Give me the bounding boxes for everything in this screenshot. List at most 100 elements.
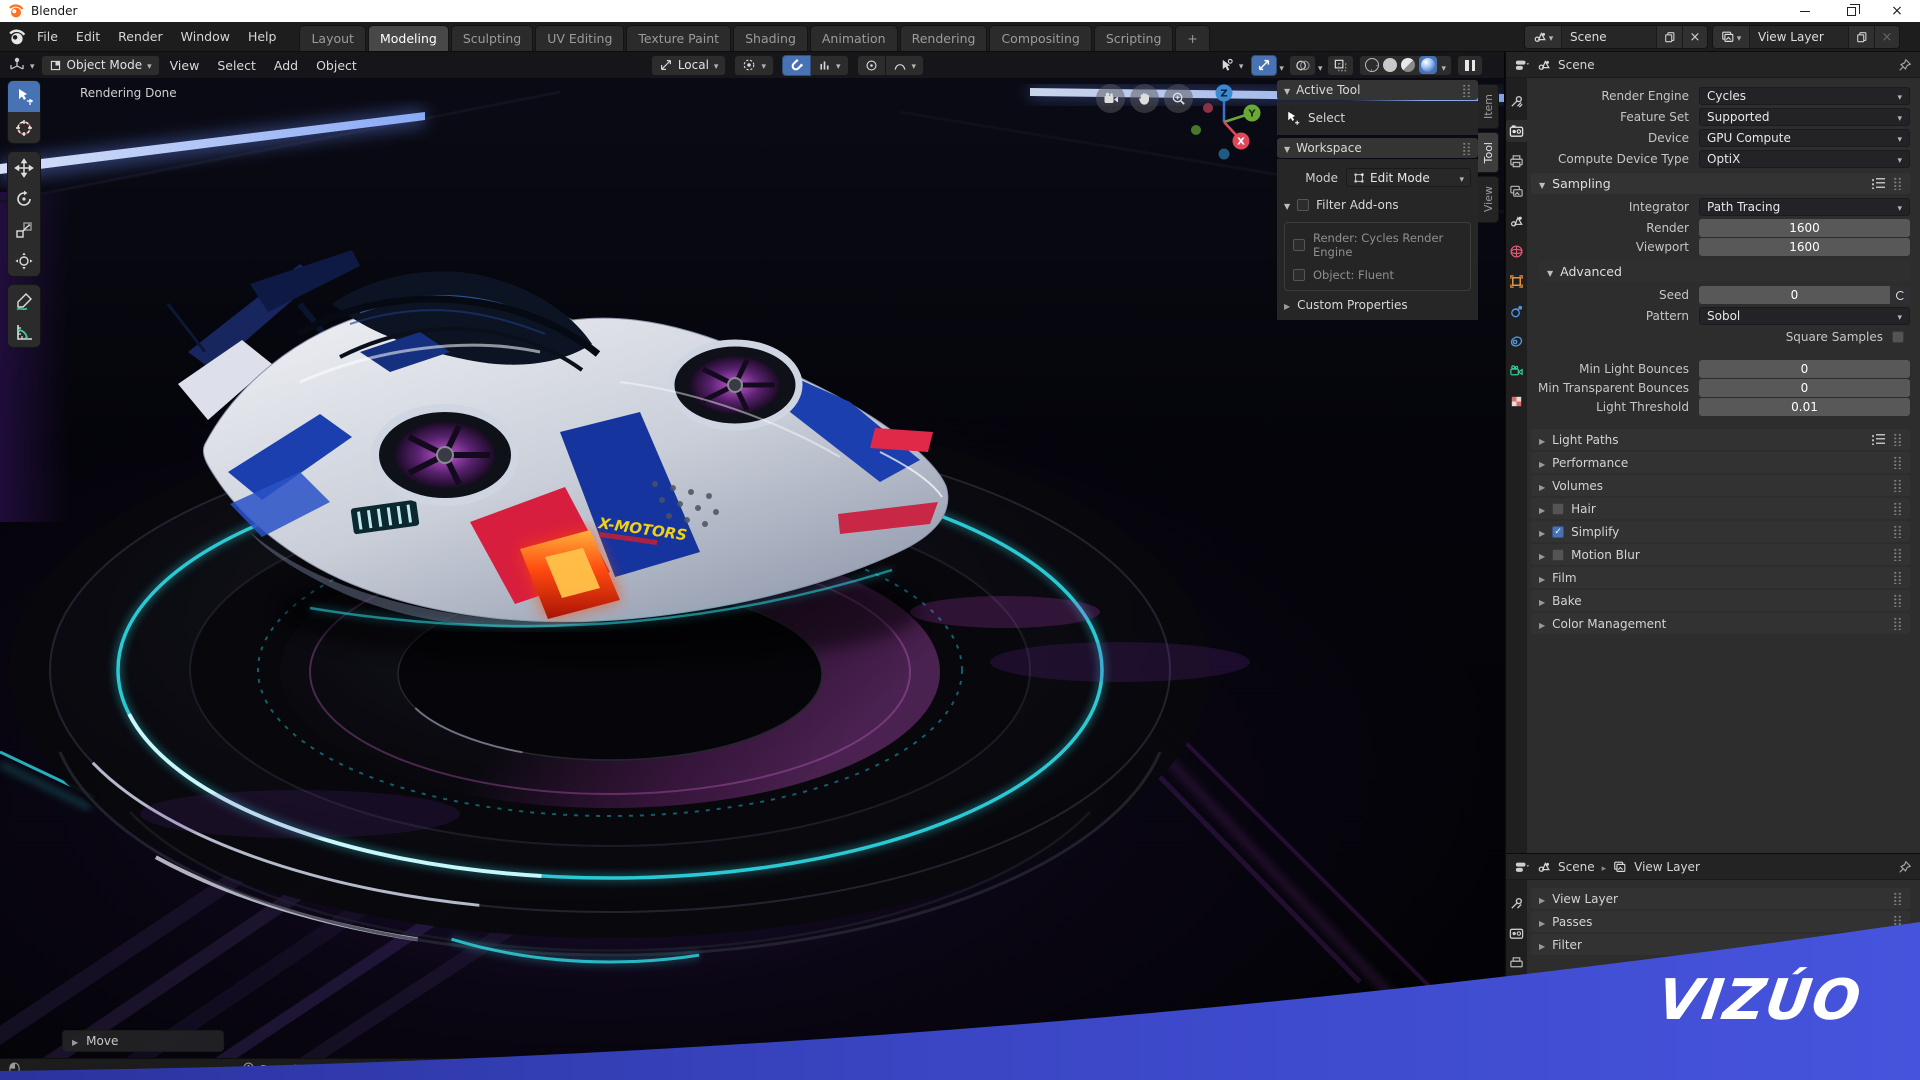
scene-datablock-button[interactable] [1525, 26, 1561, 48]
seed-animate-button[interactable] [1890, 286, 1910, 304]
proportional-edit-toggle[interactable] [857, 55, 886, 76]
custom-properties-row[interactable]: Custom Properties [1284, 295, 1471, 315]
tab-sculpting[interactable]: Sculpting [451, 25, 533, 51]
tab-animation[interactable]: Animation [810, 25, 898, 51]
mode-dropdown[interactable]: Object Mode [41, 55, 160, 76]
device-dropdown[interactable]: GPU Compute [1699, 129, 1910, 147]
view-layer-copy-button[interactable] [1849, 26, 1874, 48]
sampling-panel-header[interactable]: Sampling [1531, 173, 1910, 194]
editor-properties-icon[interactable] [1514, 860, 1530, 874]
tab-output-properties[interactable] [1506, 952, 1527, 974]
pause-render-button[interactable] [1457, 55, 1483, 76]
object-visibility-dropdown[interactable] [1216, 55, 1247, 76]
viewport-menu-add[interactable]: Add [266, 58, 306, 73]
tab-constraints-properties[interactable] [1506, 330, 1527, 352]
drag-handle-icon[interactable] [1893, 456, 1902, 469]
min-transparent-bounces-field[interactable]: 0 [1699, 379, 1910, 397]
pan-view-button[interactable] [1130, 84, 1159, 113]
tool-cursor[interactable] [8, 112, 40, 143]
minimize-button[interactable] [1782, 0, 1828, 22]
tab-scripting[interactable]: Scripting [1094, 25, 1174, 51]
section-filter[interactable]: Filter [1531, 934, 1910, 955]
viewport-samples-field[interactable]: 1600 [1699, 238, 1910, 256]
tab-view-layer-properties[interactable] [1506, 180, 1527, 202]
section-view-layer[interactable]: View Layer [1531, 888, 1910, 909]
section-passes[interactable]: Passes [1531, 911, 1910, 932]
chevron-down-icon[interactable] [1318, 56, 1323, 75]
scene-copy-button[interactable] [1657, 26, 1682, 48]
tool-select-box[interactable] [8, 81, 40, 112]
workspace-panel-header[interactable]: Workspace [1277, 138, 1478, 158]
tab-layout[interactable]: Layout [299, 25, 366, 51]
drag-handle-icon[interactable] [1893, 892, 1902, 905]
tab-compositing[interactable]: Compositing [989, 25, 1091, 51]
addon-cycles-checkbox[interactable] [1293, 239, 1305, 251]
transform-orientation-dropdown[interactable]: Local [651, 55, 727, 76]
render-samples-field[interactable]: 1600 [1699, 219, 1910, 237]
gizmo-neg-y[interactable] [1191, 125, 1201, 135]
shading-solid-button[interactable] [1383, 58, 1397, 72]
tab-physics-properties[interactable] [1506, 300, 1527, 322]
view-layer-datablock-button[interactable] [1713, 26, 1749, 48]
editor-type-button[interactable] [5, 55, 39, 76]
preset-menu-icon[interactable] [1871, 178, 1885, 189]
tab-uv-editing[interactable]: UV Editing [535, 25, 624, 51]
shading-wireframe-button[interactable] [1365, 58, 1379, 72]
tab-tool-properties[interactable] [1506, 892, 1527, 914]
motion-blur-checkbox[interactable] [1552, 549, 1564, 561]
gizmo-neg-z[interactable] [1219, 149, 1230, 160]
tab-render-properties[interactable] [1506, 120, 1527, 142]
tool-measure[interactable] [8, 316, 40, 347]
editor-properties-icon[interactable] [1514, 58, 1530, 72]
camera-view-button[interactable] [1096, 84, 1125, 113]
menu-render[interactable]: Render [109, 22, 172, 51]
tab-output-properties[interactable] [1506, 150, 1527, 172]
viewport-menu-object[interactable]: Object [308, 58, 365, 73]
drag-handle-icon[interactable] [1893, 548, 1902, 561]
tab-object-properties[interactable] [1506, 270, 1527, 292]
pivot-point-dropdown[interactable] [734, 55, 774, 76]
tab-tool[interactable]: Tool [1478, 132, 1499, 173]
show-overlays-toggle[interactable] [1289, 55, 1316, 76]
shading-material-button[interactable] [1401, 58, 1415, 72]
tool-annotate[interactable] [8, 285, 40, 316]
render-engine-dropdown[interactable]: Cycles [1699, 87, 1910, 105]
gizmo-neg-x[interactable] [1203, 103, 1213, 113]
tab-scene-properties[interactable] [1506, 210, 1527, 232]
tab-texture-properties[interactable] [1506, 390, 1527, 412]
tab-view[interactable]: View [1478, 176, 1499, 222]
section-simplify[interactable]: Simplify [1531, 521, 1910, 542]
maximize-button[interactable] [1828, 0, 1874, 22]
tab-add-workspace[interactable]: + [1175, 25, 1209, 51]
hair-checkbox[interactable] [1552, 503, 1564, 515]
pattern-dropdown[interactable]: Sobol [1699, 307, 1910, 325]
menu-window[interactable]: Window [172, 22, 239, 51]
tool-move[interactable] [8, 152, 40, 183]
navigation-gizmo[interactable]: Z Y X [1186, 82, 1266, 166]
section-motion-blur[interactable]: Motion Blur [1531, 544, 1910, 565]
drag-handle-icon[interactable] [1893, 617, 1902, 630]
tab-object-data-properties[interactable] [1506, 360, 1527, 382]
shading-rendered-button[interactable] [1419, 56, 1437, 74]
compute-device-type-dropdown[interactable]: OptiX [1699, 150, 1910, 168]
addon-fluent-checkbox[interactable] [1293, 269, 1305, 281]
tab-rendering[interactable]: Rendering [900, 25, 988, 51]
preset-menu-icon[interactable] [1871, 434, 1885, 445]
tab-texture-paint[interactable]: Texture Paint [626, 25, 731, 51]
drag-handle-icon[interactable] [1893, 571, 1902, 584]
tab-render-properties[interactable] [1506, 922, 1527, 944]
drag-handle-icon[interactable] [1893, 594, 1902, 607]
view-layer-remove-button[interactable]: × [1874, 26, 1899, 48]
drag-handle-icon[interactable] [1893, 938, 1902, 951]
tab-tool-properties[interactable] [1506, 90, 1527, 112]
drag-handle-icon[interactable] [1893, 915, 1902, 928]
seed-field[interactable]: 0 [1699, 286, 1890, 304]
tool-rotate[interactable] [8, 183, 40, 214]
section-hair[interactable]: Hair [1531, 498, 1910, 519]
light-threshold-field[interactable]: 0.01 [1699, 398, 1910, 416]
active-tool-select-row[interactable]: Select [1284, 106, 1471, 130]
menu-help[interactable]: Help [239, 22, 286, 51]
min-light-bounces-field[interactable]: 0 [1699, 360, 1910, 378]
xray-toggle[interactable] [1327, 55, 1354, 76]
section-film[interactable]: Film [1531, 567, 1910, 588]
